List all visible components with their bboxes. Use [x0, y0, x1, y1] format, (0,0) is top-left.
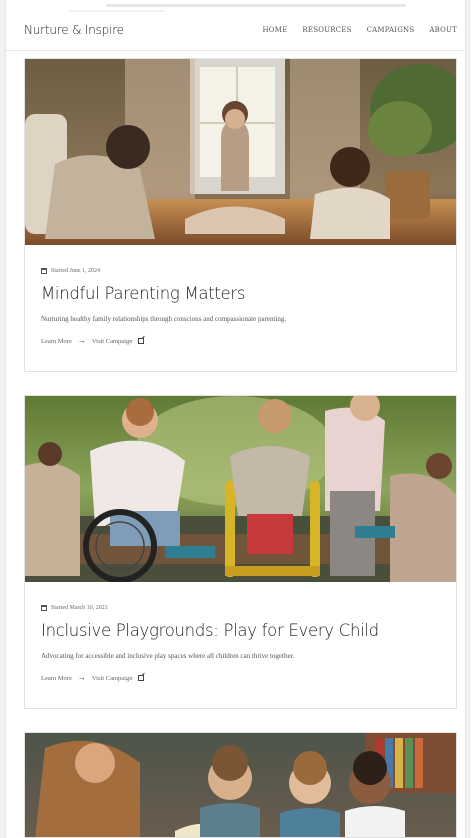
campaign-card-inclusive-playgrounds: Started March 10, 2023 Inclusive Playgro…	[24, 395, 457, 709]
main-navigation: HOME RESOURCES CAMPAIGNS ABOUT	[263, 26, 458, 34]
family-meditation-photo	[25, 59, 456, 245]
nav-about[interactable]: ABOUT	[429, 26, 457, 34]
campaign-start-date: Started March 10, 2023	[41, 605, 440, 611]
learn-more-link[interactable]: Learn More	[41, 675, 72, 682]
top-scroll-strip	[106, 4, 406, 7]
card-body: Started March 10, 2023 Inclusive Playgro…	[25, 582, 456, 708]
calendar-icon	[41, 605, 47, 611]
campaign-image-third	[25, 733, 456, 837]
page: Nurture & Inspire HOME RESOURCES CAMPAIG…	[6, 0, 465, 838]
visit-campaign-link[interactable]: Visit Campaign	[92, 338, 133, 345]
start-date-text: Started March 10, 2023	[51, 605, 108, 611]
navbar: Nurture & Inspire HOME RESOURCES CAMPAIG…	[6, 12, 465, 51]
external-link-icon	[138, 675, 145, 681]
learn-more-link[interactable]: Learn More	[41, 338, 72, 345]
campaign-image-mindful-parenting	[25, 59, 456, 245]
campaign-image-inclusive-playgrounds	[25, 396, 456, 582]
visit-campaign-link[interactable]: Visit Campaign	[92, 675, 133, 682]
campaign-description: Nurturing healthy family relationships t…	[41, 315, 287, 323]
nav-campaigns[interactable]: CAMPAIGNS	[367, 26, 415, 34]
campaign-actions: Learn More → Visit Campaign	[41, 674, 440, 682]
campaign-title: Inclusive Playgrounds: Play for Every Ch…	[41, 621, 379, 640]
playground-children-photo	[25, 396, 456, 582]
arrow-right-icon: →	[77, 336, 86, 345]
campaign-start-date: Started June 1, 2024	[41, 268, 440, 274]
arrow-right-icon: →	[77, 673, 86, 682]
campaign-title: Mindful Parenting Matters	[41, 284, 246, 303]
campaign-description: Advocating for accessible and inclusive …	[41, 652, 295, 660]
brand-logo[interactable]: Nurture & Inspire	[24, 23, 124, 37]
campaign-card-mindful-parenting: Started June 1, 2024 Mindful Parenting M…	[24, 58, 457, 372]
nav-resources[interactable]: RESOURCES	[302, 26, 351, 34]
external-link-icon	[138, 338, 145, 344]
reading-children-photo	[25, 733, 456, 837]
nav-home[interactable]: HOME	[263, 26, 288, 34]
card-body: Started June 1, 2024 Mindful Parenting M…	[25, 245, 456, 371]
calendar-icon	[41, 268, 47, 274]
campaign-card-third	[24, 732, 457, 838]
campaign-actions: Learn More → Visit Campaign	[41, 337, 440, 345]
start-date-text: Started June 1, 2024	[51, 268, 100, 274]
